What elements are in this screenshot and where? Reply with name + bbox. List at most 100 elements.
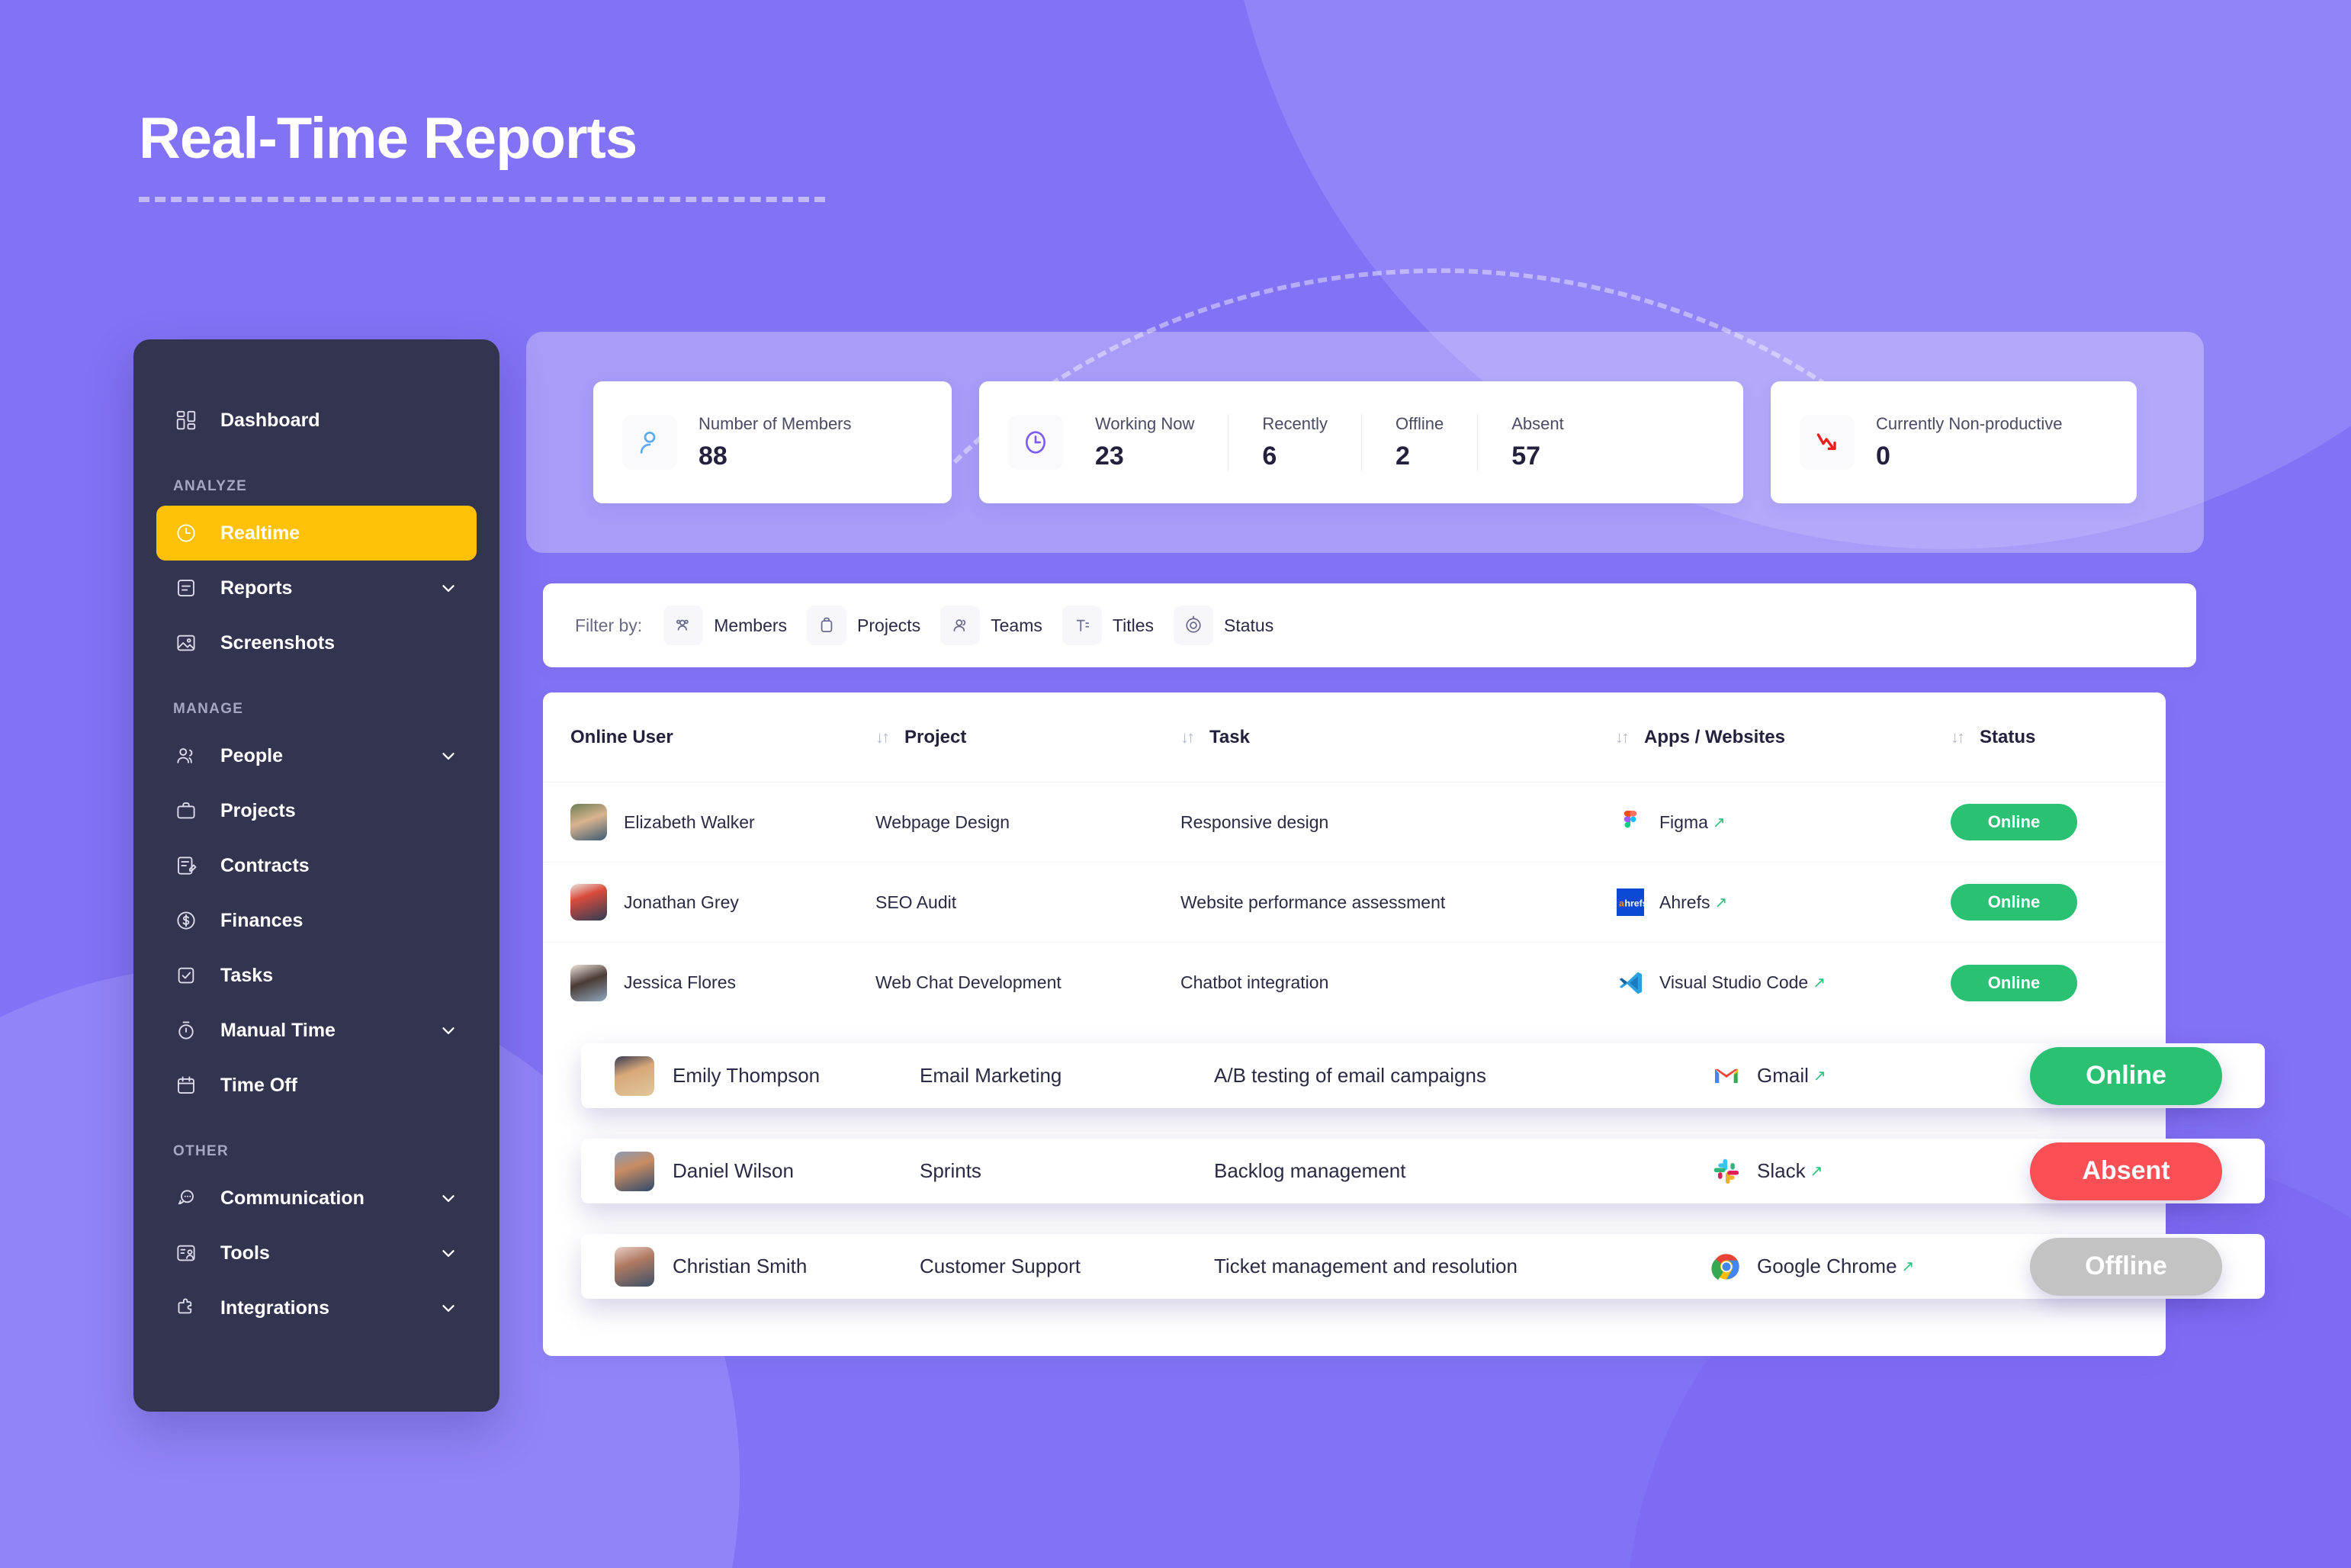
chevron-down-icon[interactable] — [438, 1020, 458, 1040]
tools-card-icon — [173, 1240, 199, 1266]
stat-card-nonproductive[interactable]: Currently Non-productive 0 — [1771, 381, 2137, 503]
sidebar-item-integrations[interactable]: Integrations — [156, 1280, 477, 1335]
sidebar-item-dashboard[interactable]: Dashboard — [156, 393, 477, 448]
table-row[interactable]: Jonathan Grey SEO Audit Website performanc… — [543, 863, 2166, 943]
table-header-project[interactable]: ↓↑ Project — [875, 727, 1180, 748]
cell-task: Website performance assessment — [1180, 892, 1446, 912]
filter-chip-status[interactable]: Status — [1174, 606, 1273, 645]
chevron-down-icon[interactable] — [438, 1298, 458, 1318]
chevron-down-icon[interactable] — [438, 1243, 458, 1263]
cell-app[interactable]: Gmail ↗ — [1710, 1059, 2030, 1093]
table-row[interactable]: Elizabeth Walker Webpage Design Responsive… — [543, 782, 2166, 863]
external-link-icon[interactable]: ↗ — [1714, 893, 1727, 912]
user-name: Christian Smith — [673, 1255, 808, 1277]
highlighted-table-row[interactable]: Christian Smith Customer Support Ticket ma… — [581, 1234, 2265, 1299]
external-link-icon[interactable]: ↗ — [1810, 1162, 1823, 1181]
cell-app[interactable]: Slack ↗ — [1710, 1155, 2030, 1188]
chevron-down-icon[interactable] — [438, 1188, 458, 1208]
sidebar-item-label: Projects — [220, 799, 296, 821]
table-header-task[interactable]: ↓↑ Task — [1180, 727, 1615, 748]
sort-icon[interactable]: ↓↑ — [1951, 728, 1965, 747]
sidebar-item-projects[interactable]: Projects — [156, 783, 477, 838]
sidebar-item-communication[interactable]: Communication — [156, 1171, 477, 1226]
clock-outline-icon — [1008, 415, 1063, 470]
stats-panel: Number of Members 88 Working Now 23 Recent… — [526, 332, 2204, 553]
cell-task: Backlog management — [1214, 1159, 1406, 1182]
stat-value: 88 — [699, 441, 727, 471]
svg-text:a: a — [1619, 898, 1624, 908]
stat-col-offline: Offline 2 — [1361, 413, 1477, 471]
table-row[interactable]: Jessica Flores Web Chat Development Chatbo… — [543, 943, 2166, 1023]
chevron-down-icon[interactable] — [438, 746, 458, 766]
sidebar-item-contracts[interactable]: Contracts — [156, 838, 477, 893]
trend-down-icon — [1800, 415, 1855, 470]
members-icon — [663, 606, 704, 645]
sidebar-item-screenshots[interactable]: Screenshots — [156, 615, 477, 670]
table-header-online-user[interactable]: Online User — [570, 727, 875, 748]
cell-app[interactable]: Google Chrome ↗ — [1710, 1250, 2030, 1284]
sidebar-item-finances[interactable]: Finances — [156, 893, 477, 948]
status-badge: Online — [1951, 884, 2077, 921]
sidebar-item-tools[interactable]: Tools — [156, 1226, 477, 1280]
filter-chip-members[interactable]: Members — [663, 606, 787, 645]
sidebar-item-label: Realtime — [220, 522, 300, 544]
sidebar-item-realtime[interactable]: Realtime — [156, 506, 477, 561]
cell-project: Web Chat Development — [875, 972, 1061, 992]
cell-app[interactable]: Figma ↗ — [1615, 807, 1951, 837]
filter-chip-teams[interactable]: Teams — [940, 606, 1042, 645]
status-badge: Online — [2030, 1046, 2222, 1105]
table-header-label: Status — [1980, 726, 2036, 747]
figma-icon — [1615, 807, 1646, 837]
sidebar-item-tasks[interactable]: Tasks — [156, 948, 477, 1003]
cell-status: Online — [1951, 884, 2141, 921]
table-header-apps-websites[interactable]: ↓↑ Apps / Websites — [1615, 727, 1951, 748]
filter-chip-projects[interactable]: Projects — [807, 606, 920, 645]
external-link-icon[interactable]: ↗ — [1713, 813, 1726, 832]
highlighted-table-row[interactable]: Daniel Wilson Sprints Backlog management Sl… — [581, 1139, 2265, 1203]
sidebar-item-manual-time[interactable]: Manual Time — [156, 1003, 477, 1058]
highlighted-table-row[interactable]: Emily Thompson Email Marketing A/B testing… — [581, 1043, 2265, 1108]
user-outline-icon — [622, 415, 677, 470]
user-name: Emily Thompson — [673, 1064, 821, 1087]
table-header-label: Apps / Websites — [1644, 726, 1785, 747]
highlighted-rows-group: Emily Thompson Email Marketing A/B testing… — [581, 1043, 2265, 1329]
cell-user: Christian Smith — [615, 1246, 920, 1287]
stat-card-members[interactable]: Number of Members 88 — [593, 381, 952, 503]
sidebar-item-reports[interactable]: Reports — [156, 561, 477, 615]
cell-app[interactable]: ahrefs Ahrefs↗ — [1615, 887, 1951, 917]
user-name: Elizabeth Walker — [624, 811, 755, 832]
slack-icon — [1710, 1155, 1743, 1188]
external-link-icon[interactable]: ↗ — [1813, 973, 1826, 992]
stat-value: 0 — [1876, 441, 1890, 471]
sidebar-item-label: Communication — [220, 1187, 365, 1209]
filter-bar: Filter by: Members Projects Teams Titles Sta… — [543, 583, 2196, 667]
stat-label: Absent — [1511, 413, 1564, 433]
sidebar-item-people[interactable]: People — [156, 728, 477, 783]
external-link-icon[interactable]: ↗ — [1902, 1257, 1915, 1276]
chevron-down-icon[interactable] — [438, 578, 458, 598]
cell-task: Ticket management and resolution — [1214, 1255, 1518, 1277]
sidebar-item-label: Finances — [220, 909, 304, 931]
sidebar-item-time-off[interactable]: Time Off — [156, 1058, 477, 1113]
table-header-status[interactable]: ↓↑ Status — [1951, 727, 2141, 748]
external-link-icon[interactable]: ↗ — [1813, 1066, 1826, 1085]
filter-chip-label: Teams — [991, 615, 1042, 635]
user-name: Jonathan Grey — [624, 892, 739, 912]
cell-project: Email Marketing — [920, 1064, 1062, 1087]
cell-user: Jonathan Grey — [570, 884, 875, 921]
sort-icon[interactable]: ↓↑ — [1180, 728, 1195, 747]
filter-chip-label: Projects — [857, 615, 921, 635]
cell-status: Online — [2030, 1046, 2222, 1105]
filter-chip-titles[interactable]: Titles — [1061, 606, 1154, 645]
sort-icon[interactable]: ↓↑ — [875, 728, 890, 747]
people-icon — [173, 743, 199, 769]
cell-user: Jessica Flores — [570, 964, 875, 1001]
projects-bag-icon — [807, 606, 847, 645]
ahrefs-icon: ahrefs — [1615, 887, 1646, 917]
sort-icon[interactable]: ↓↑ — [1615, 728, 1630, 747]
avatar — [570, 804, 607, 840]
avatar — [615, 1056, 654, 1096]
cell-app[interactable]: Visual Studio Code ↗ — [1615, 968, 1951, 998]
stat-value: 23 — [1095, 441, 1124, 471]
stat-card-status[interactable]: Working Now 23 Recently 6 Offline 2 Absent 57 — [979, 381, 1743, 503]
